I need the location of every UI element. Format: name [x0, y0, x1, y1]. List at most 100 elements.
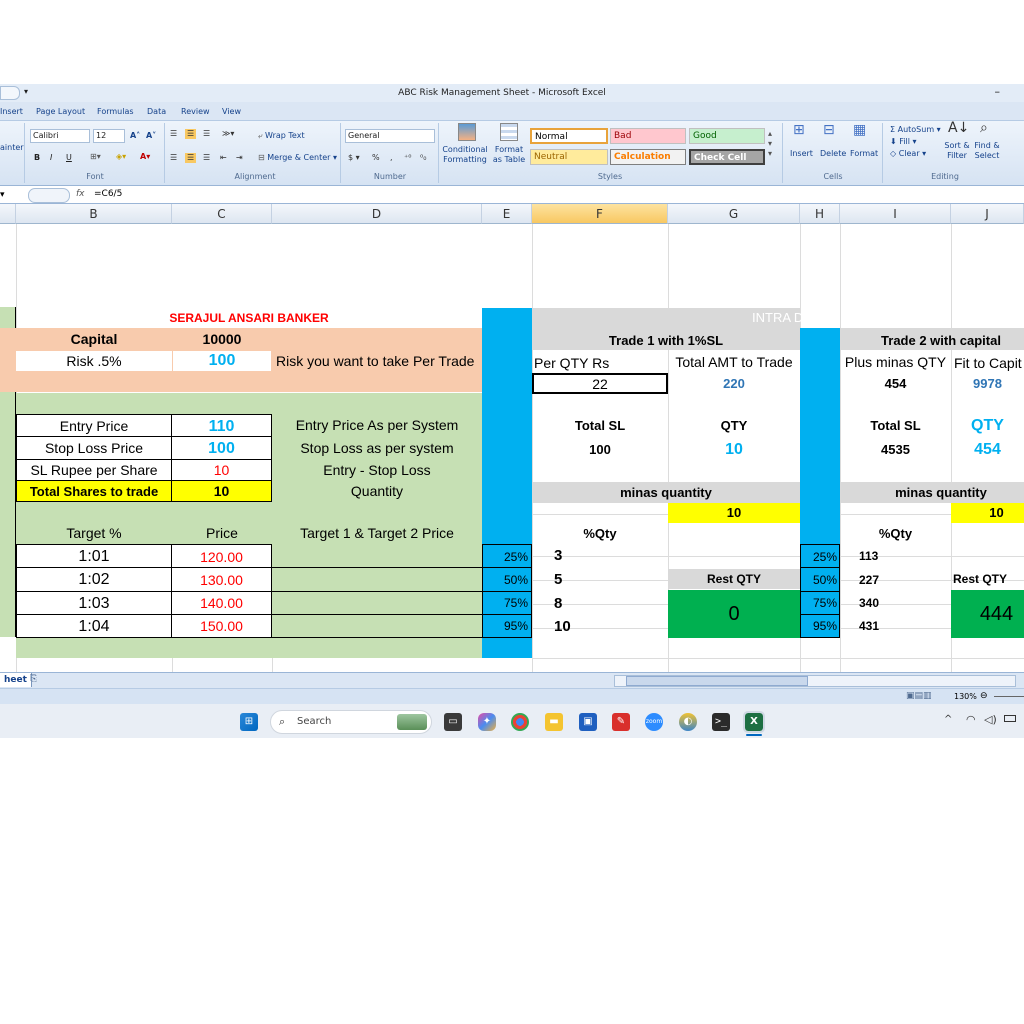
style-good[interactable]: Good [689, 128, 765, 144]
target-price-1[interactable]: 120.00 [172, 544, 272, 568]
style-normal[interactable]: Normal [530, 128, 608, 144]
target-note-1[interactable] [272, 544, 482, 568]
battery-icon[interactable] [1004, 715, 1016, 722]
find-select-button[interactable]: Find & Select [974, 141, 1000, 161]
style-check-cell[interactable]: Check Cell [689, 149, 765, 165]
zoom-out-icon[interactable]: ⊖ [980, 691, 988, 701]
trade2-header[interactable]: Trade 2 with capital [840, 328, 1024, 350]
copilot-icon[interactable]: ✦ [478, 713, 496, 731]
trade2-pctqty-4[interactable]: 431 [840, 615, 951, 638]
risk-description[interactable]: Risk you want to take Per Trade [272, 351, 482, 371]
align-bottom-icon[interactable]: ☰ [203, 129, 210, 139]
merge-center-button[interactable]: ⊟ Merge & Center ▾ [258, 153, 337, 163]
trade1-qty-label[interactable]: QTY [668, 415, 800, 436]
col-header-i[interactable]: I [840, 204, 951, 224]
taskbar-search-box[interactable]: ⌕ Search [270, 710, 432, 734]
task-view-icon[interactable]: ▭ [444, 713, 462, 731]
trade2-rest-value[interactable]: 444 [951, 590, 1024, 638]
decrease-decimal-icon[interactable]: ⁰₀ [420, 153, 426, 163]
style-neutral[interactable]: Neutral [530, 149, 608, 165]
fill-color-icon[interactable]: ◈▾ [116, 152, 126, 162]
trade1-pctqty-1[interactable]: 3 [532, 544, 668, 568]
conditional-formatting-icon[interactable] [458, 123, 476, 141]
decrease-indent-icon[interactable]: ⇤ [220, 153, 227, 163]
shrink-font-button[interactable]: A˅ [146, 131, 156, 141]
sort-filter-button[interactable]: Sort & Filter [944, 141, 970, 161]
trade1-header[interactable]: Trade 1 with 1%SL [532, 328, 800, 350]
col-header-j[interactable]: J [951, 204, 1024, 224]
file-explorer-icon[interactable]: ▬ [545, 713, 563, 731]
chevron-up-icon[interactable]: ^ [944, 714, 952, 725]
align-left-icon[interactable]: ☰ [170, 153, 177, 163]
per-qty-value[interactable]: 22 [532, 373, 668, 394]
format-cells-icon[interactable]: ▦ [853, 123, 866, 137]
pdf-icon[interactable]: ✎ [612, 713, 630, 731]
format-button[interactable]: Format [850, 149, 878, 159]
total-amt-label[interactable]: Total AMT to Trade [668, 351, 800, 373]
risk-label[interactable]: Risk .5% [16, 351, 172, 371]
fill-button[interactable]: ⬇ Fill ▾ [890, 137, 917, 147]
volume-icon[interactable]: ◁) [984, 713, 997, 726]
trade1-minas-value[interactable]: 10 [668, 503, 800, 523]
style-calculation[interactable]: Calculation [610, 149, 686, 165]
trade2-pct-1[interactable]: 25% [800, 544, 840, 568]
entry-price-value[interactable]: 110 [172, 414, 272, 437]
trade2-minas-value[interactable]: 10 [951, 503, 1024, 523]
target-pct-header[interactable]: Target % [16, 523, 172, 544]
target-pct-1[interactable]: 25% [482, 544, 532, 568]
intraday-label[interactable]: INTRA DAY [668, 308, 908, 328]
increase-decimal-icon[interactable]: ⁺⁰ [404, 153, 411, 163]
minimize-icon[interactable]: – [995, 85, 1001, 98]
target-price-2[interactable]: 130.00 [172, 568, 272, 592]
sort-filter-icon[interactable]: A↓ [948, 121, 969, 135]
target-price-4[interactable]: 150.00 [172, 615, 272, 638]
target-price-3[interactable]: 140.00 [172, 592, 272, 615]
italic-button[interactable]: I [50, 153, 52, 163]
fit-to-capital-label[interactable]: Fit to Capit [951, 351, 1024, 373]
plus-minas-value[interactable]: 454 [840, 373, 951, 394]
number-format-select[interactable]: General [345, 129, 435, 143]
trade1-qty-value[interactable]: 10 [668, 439, 800, 460]
trade2-pct-2[interactable]: 50% [800, 568, 840, 592]
delete-button[interactable]: Delete [820, 149, 846, 159]
trade2-pctqty-1[interactable]: 113 [840, 544, 951, 568]
trade2-total-sl-value[interactable]: 4535 [840, 439, 951, 460]
trade2-minas-label[interactable]: minas quantity [840, 482, 1024, 503]
plus-minas-label[interactable]: Plus minas QTY [840, 351, 951, 373]
trade1-pctqty-3[interactable]: 8 [532, 592, 668, 615]
target-pct-4[interactable]: 95% [482, 615, 532, 638]
excel-icon[interactable]: X [743, 711, 765, 733]
format-as-table-icon[interactable] [500, 123, 518, 141]
trade1-pctqty-2[interactable]: 5 [532, 568, 668, 592]
target-ratio-1[interactable]: 1:01 [16, 544, 172, 568]
trade1-pctqty-4[interactable]: 10 [532, 615, 668, 638]
trade1-rest-label[interactable]: Rest QTY [668, 569, 800, 589]
styles-scroll-icon[interactable]: ▴ ▾ ▾ [768, 129, 772, 159]
increase-indent-icon[interactable]: ⇥ [236, 153, 243, 163]
comma-icon[interactable]: , [390, 153, 393, 163]
entry-price-label[interactable]: Entry Price [16, 414, 172, 437]
tab-insert[interactable]: Insert [0, 107, 23, 116]
trade2-qty-value[interactable]: 454 [951, 439, 1024, 460]
chrome-icon[interactable] [511, 713, 529, 731]
target-note-4[interactable] [272, 615, 482, 638]
trade1-total-sl-label[interactable]: Total SL [532, 415, 668, 436]
trade1-pctqty-label[interactable]: %Qty [532, 523, 668, 544]
risk-value[interactable]: 100 [173, 351, 271, 371]
horizontal-scroll-thumb[interactable] [626, 676, 808, 686]
zoom-slider[interactable] [994, 696, 1024, 697]
align-middle-icon[interactable]: ☰ [185, 129, 197, 139]
media-app-icon[interactable]: ◐ [679, 713, 697, 731]
fit-to-capital-value[interactable]: 9978 [951, 373, 1024, 394]
format-as-table-button[interactable]: Format as Table [490, 145, 528, 165]
tab-view[interactable]: View [222, 107, 241, 116]
target-ratio-4[interactable]: 1:04 [16, 615, 172, 638]
col-header-f[interactable]: F [532, 204, 668, 224]
wrap-text-button[interactable]: ⤶ Wrap Text [258, 131, 305, 141]
target-ratio-2[interactable]: 1:02 [16, 568, 172, 592]
price-header[interactable]: Price [172, 523, 272, 544]
align-top-icon[interactable]: ☰ [170, 129, 177, 139]
align-right-icon[interactable]: ☰ [203, 153, 210, 163]
entry-price-description[interactable]: Entry Price As per System [272, 414, 482, 437]
grow-font-button[interactable]: A˄ [130, 131, 140, 141]
